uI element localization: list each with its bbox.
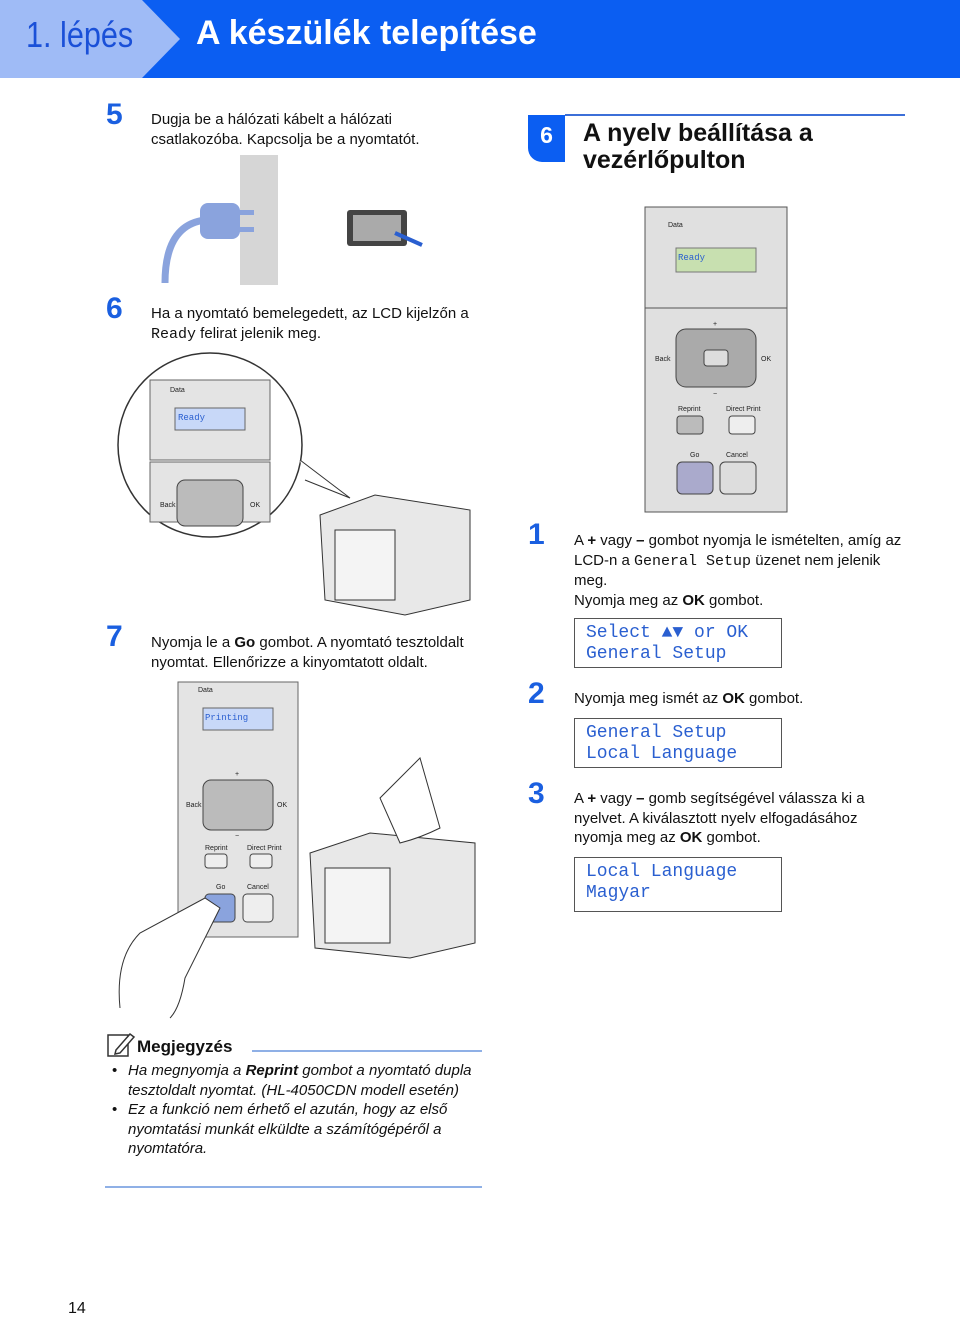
lcd-display: General Setup Local Language [574, 718, 782, 768]
svg-text:Go: Go [690, 452, 699, 459]
svg-text:Back: Back [186, 802, 202, 809]
step-text: A + vagy – gombot nyomja le ismételten, … [574, 532, 902, 609]
step-badge: 1. lépés [0, 0, 180, 78]
svg-text:Printing: Printing [205, 713, 248, 723]
step-number: 6 [106, 292, 123, 325]
power-cable-illustration [161, 155, 423, 285]
divider [252, 1050, 482, 1052]
step-text: Ha a nyomtató bemelegedett, az LCD kijel… [151, 305, 469, 343]
step-number: 3 [528, 777, 545, 810]
section-rule [565, 114, 905, 116]
svg-text:Direct Print: Direct Print [247, 845, 282, 852]
page-title: A készülék telepítése [196, 14, 537, 52]
divider [105, 1186, 482, 1188]
svg-text:Back: Back [160, 502, 176, 509]
control-panel-illustration: Data Ready + Back OK − Reprint Direct Pr… [644, 206, 788, 513]
section-title: A nyelv beállítása a vezérlőpulton [583, 119, 813, 174]
section-number: 6 [528, 115, 565, 162]
step-number: 1 [528, 518, 545, 551]
svg-text:Data: Data [198, 687, 213, 694]
note-pencil-icon [107, 1032, 136, 1057]
note-item: • Ha megnyomja a Reprint gombot a nyomtat… [112, 1062, 472, 1099]
step-text: Dugja be a hálózati kábelt a hálózati cs… [151, 111, 420, 148]
svg-text:Data: Data [668, 222, 683, 229]
lcd-display: Select ▲▼ or OK General Setup [574, 618, 782, 668]
manual-page: 1. lépés A készülék telepítése 5 Dugja b… [0, 0, 960, 1317]
step-text: A + vagy – gomb segítségével válassza ki… [574, 790, 865, 846]
svg-text:Go: Go [216, 884, 225, 891]
lcd-display: Local Language Magyar [574, 857, 782, 912]
note-item: • Ez a funkció nem érhető el azután, hogy… [112, 1101, 448, 1157]
svg-text:Reprint: Reprint [205, 845, 228, 852]
svg-text:OK: OK [277, 802, 287, 809]
svg-text:−: − [235, 833, 239, 840]
svg-text:+: + [235, 771, 239, 778]
printer-ready-illustration: Data Ready Back OK [117, 352, 471, 616]
svg-text:+: + [713, 321, 717, 328]
page-number: 14 [68, 1300, 86, 1317]
note-list: • Ha megnyomja a Reprint gombot a nyomtat… [112, 1061, 482, 1159]
step-number: 7 [106, 620, 123, 653]
svg-text:Cancel: Cancel [247, 884, 269, 891]
svg-text:Reprint: Reprint [678, 406, 701, 413]
svg-text:−: − [713, 391, 717, 398]
svg-text:Cancel: Cancel [726, 452, 748, 459]
step-number: 5 [106, 98, 123, 131]
svg-text:Direct Print: Direct Print [726, 406, 761, 413]
note-title: Megjegyzés [137, 1037, 233, 1056]
svg-text:OK: OK [250, 502, 260, 509]
svg-text:Ready: Ready [178, 413, 206, 423]
step-text: Nyomja meg ismét az OK gombot. [574, 690, 804, 707]
step-number: 2 [528, 677, 545, 710]
printer-go-illustration: Data Printing + Back OK − Reprint Direct… [118, 681, 476, 1019]
step-text: Nyomja le a Go gombot. A nyomtató teszto… [151, 634, 464, 671]
svg-text:Back: Back [655, 356, 671, 363]
svg-text:Data: Data [170, 387, 185, 394]
svg-text:Ready: Ready [678, 253, 706, 263]
svg-text:OK: OK [761, 356, 771, 363]
